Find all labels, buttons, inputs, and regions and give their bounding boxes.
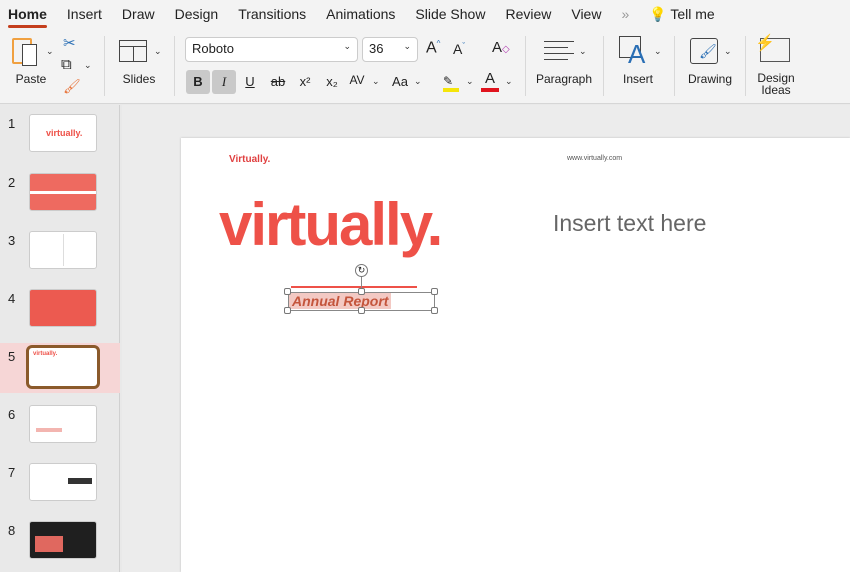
character-spacing-button[interactable]: AV <box>345 68 369 92</box>
accent-line <box>291 286 417 288</box>
slides-label[interactable]: Slides <box>116 72 162 86</box>
chevron-down-icon[interactable]: ⌄ <box>372 76 380 87</box>
tab-animations[interactable]: Animations <box>326 6 395 22</box>
subscript-button[interactable]: x₂ <box>320 70 344 94</box>
slide-layout-icon[interactable] <box>119 40 147 62</box>
tab-insert[interactable]: Insert <box>67 6 102 22</box>
resize-handle[interactable] <box>431 288 438 295</box>
paste-label: Paste <box>15 72 47 86</box>
insert-textbox-icon[interactable]: A <box>619 36 645 69</box>
italic-button[interactable]: I <box>212 70 236 94</box>
change-case-button[interactable]: Aa <box>386 70 414 94</box>
url-text[interactable]: www.virtually.com <box>567 155 622 162</box>
tell-me-label: Tell me <box>670 5 715 22</box>
tell-me[interactable]: 💡 Tell me <box>649 6 714 23</box>
format-painter-icon[interactable]: 🖌 <box>63 78 81 95</box>
slide-thumbnail-8[interactable] <box>29 521 97 559</box>
slide-thumbnail-3[interactable] <box>29 231 97 269</box>
size-value: 36 <box>369 41 384 56</box>
slide-thumbnail-6[interactable] <box>29 405 97 443</box>
design-ideas-icon[interactable]: ⚡ <box>755 35 790 62</box>
chevron-down-icon[interactable]: ⌄ <box>46 46 54 57</box>
resize-handle[interactable] <box>284 307 291 314</box>
slide-number: 1 <box>8 116 16 131</box>
resize-handle[interactable] <box>358 307 365 314</box>
text-placeholder[interactable]: Insert text here <box>553 210 706 237</box>
copy-icon[interactable]: ⧉ <box>61 56 72 73</box>
annual-report-text[interactable]: Annual Report <box>289 293 392 309</box>
cut-icon[interactable]: ✂ <box>63 34 76 52</box>
slide-number: 4 <box>8 291 16 306</box>
logo-text[interactable]: virtually. <box>219 190 443 259</box>
chevron-down-icon[interactable]: ⌄ <box>579 46 587 57</box>
tab-view[interactable]: View <box>571 6 601 22</box>
tab-review[interactable]: Review <box>505 6 551 22</box>
bold-button[interactable]: B <box>186 70 210 94</box>
ribbon: ⌄ Paste ✂ ⧉ ⌄ 🖌 ⌄ Slides Roboto ⌄ 36 ⌄ A^ … <box>0 28 850 104</box>
chevron-down-icon[interactable]: ⌄ <box>84 60 92 71</box>
chevron-down-icon[interactable]: ⌄ <box>154 46 162 57</box>
brand-text[interactable]: Virtually. <box>229 154 270 165</box>
slide-thumbnail-2[interactable] <box>29 173 97 211</box>
tab-design[interactable]: Design <box>175 6 219 22</box>
paragraph-icon[interactable] <box>544 41 574 60</box>
font-color-button[interactable]: A <box>481 70 499 92</box>
slide-thumbnail-1[interactable]: virtually. <box>29 114 97 152</box>
design-ideas-button[interactable]: Design Ideas <box>752 72 800 96</box>
tab-draw[interactable]: Draw <box>122 6 155 22</box>
resize-handle[interactable] <box>358 288 365 295</box>
slide-thumbnail-7[interactable] <box>29 463 97 501</box>
drawing-brush-icon[interactable]: 🖌 <box>690 38 718 64</box>
chevron-down-icon[interactable]: ⌄ <box>724 46 732 57</box>
strikethrough-button[interactable]: ab <box>266 70 290 94</box>
underline-button[interactable]: U <box>238 70 262 94</box>
paragraph-button[interactable]: Paragraph <box>533 72 595 86</box>
slide-number: 8 <box>8 523 16 538</box>
lightbulb-icon: 💡 <box>649 5 667 22</box>
slide-thumbnail-panel[interactable]: 1 virtually. 2 3 4 5 virtually. 6 7 8 <box>0 105 120 572</box>
tab-slide-show[interactable]: Slide Show <box>415 6 485 22</box>
chevron-down-icon[interactable]: ⌄ <box>466 76 474 87</box>
font-name-select[interactable]: Roboto ⌄ <box>185 37 358 62</box>
shrink-font-icon[interactable]: Aˇ <box>453 41 465 57</box>
drawing-button[interactable]: Drawing <box>684 72 736 86</box>
grow-font-icon[interactable]: A^ <box>426 39 440 57</box>
rotate-handle-icon[interactable]: ↻ <box>355 264 368 277</box>
resize-handle[interactable] <box>284 288 291 295</box>
ribbon-tabs: Home Insert Draw Design Transitions Anim… <box>0 0 850 28</box>
slide-thumbnail-4[interactable] <box>29 289 97 327</box>
highlight-button[interactable]: ✎ <box>443 72 459 92</box>
chevron-down-icon[interactable]: ⌄ <box>505 76 513 87</box>
tab-home[interactable]: Home <box>8 6 47 28</box>
paste-button[interactable] <box>12 36 40 68</box>
tab-transitions[interactable]: Transitions <box>238 6 306 22</box>
overflow-icon[interactable]: » <box>621 6 629 22</box>
slide-number: 2 <box>8 175 16 190</box>
insert-button[interactable]: Insert <box>612 72 664 86</box>
slide-number: 6 <box>8 407 16 422</box>
superscript-button[interactable]: x² <box>293 70 317 94</box>
chevron-down-icon[interactable]: ⌄ <box>654 46 662 57</box>
clear-formatting-icon[interactable]: A◇ <box>492 39 510 56</box>
font-value: Roboto <box>192 41 234 56</box>
current-slide[interactable]: Virtually. www.virtually.com virtually. … <box>181 138 850 572</box>
chevron-down-icon[interactable]: ⌄ <box>414 76 422 87</box>
slide-thumbnail-5-selected[interactable]: virtually. <box>26 345 100 389</box>
font-size-select[interactable]: 36 ⌄ <box>362 37 418 62</box>
highlighter-icon: ✎ <box>443 74 454 88</box>
resize-handle[interactable] <box>431 307 438 314</box>
slide-number: 7 <box>8 465 16 480</box>
slide-number: 3 <box>8 233 16 248</box>
